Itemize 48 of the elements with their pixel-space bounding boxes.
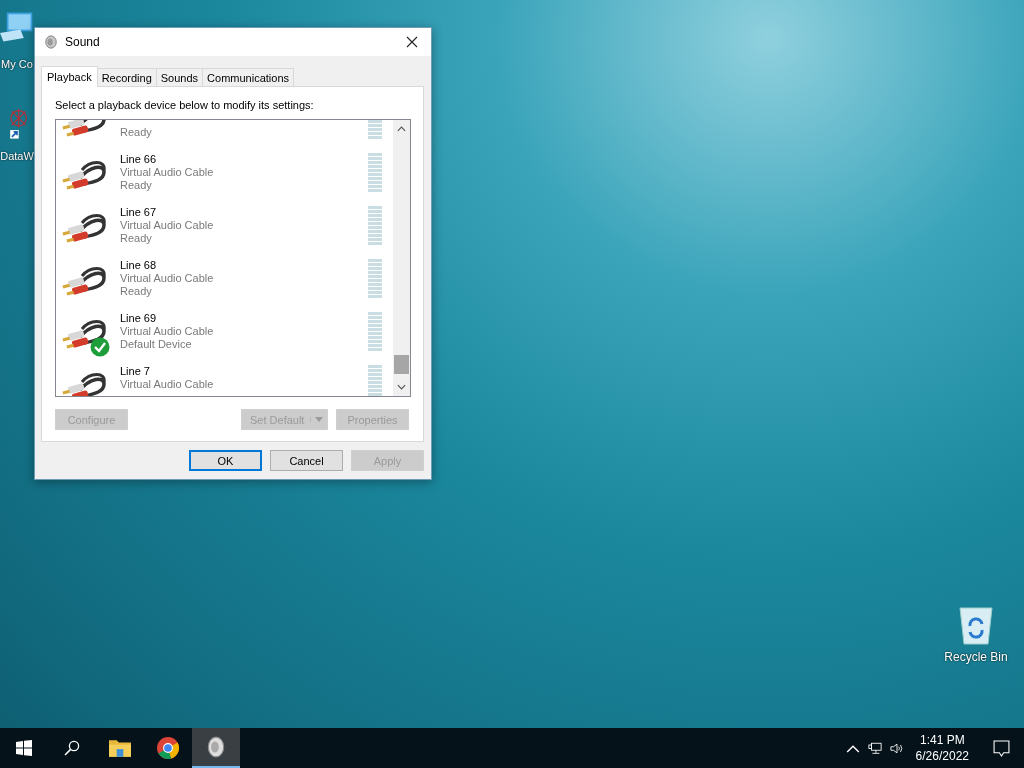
scroll-down-icon[interactable]	[397, 384, 406, 390]
folder-icon[interactable]	[109, 737, 131, 759]
device-status: Ready	[120, 285, 152, 297]
level-meter-icon	[368, 365, 382, 396]
clock-date[interactable]: 6/26/2022	[915, 748, 969, 764]
taskbar-button[interactable]	[192, 728, 240, 768]
browser-icon[interactable]	[157, 737, 179, 759]
notification-icon[interactable]	[993, 739, 1010, 757]
device-description: Virtual Audio Cable	[120, 219, 214, 231]
device-description: Virtual Audio Cable	[120, 272, 214, 284]
level-meter-icon	[368, 259, 382, 299]
device-name[interactable]: Line 69	[120, 312, 157, 324]
dialog-button[interactable]: OK	[189, 450, 262, 471]
scroll-thumb[interactable]	[394, 355, 409, 374]
network-icon[interactable]	[867, 741, 882, 755]
device-name[interactable]: Line 7	[120, 365, 150, 377]
tab[interactable]: Communications	[202, 68, 294, 86]
speaker-icon	[44, 35, 58, 49]
windows-logo-icon[interactable]	[16, 740, 32, 756]
device-status: Default Device	[120, 338, 192, 350]
device-status: Ready	[120, 126, 152, 138]
level-meter-icon	[368, 153, 382, 193]
search-icon[interactable]	[64, 740, 80, 756]
desktop-icon-label[interactable]: My Co	[1, 58, 33, 70]
tab[interactable]: Recording	[96, 68, 157, 86]
instruction-text: Select a playback device below to modify its settings:	[55, 99, 315, 111]
window-title: Sound	[65, 35, 101, 49]
scrollbar[interactable]	[393, 120, 410, 396]
close-icon[interactable]	[406, 36, 418, 48]
level-meter-icon	[368, 206, 382, 246]
level-meter-icon	[368, 312, 382, 352]
speaker-icon[interactable]	[205, 736, 227, 758]
device-description: Virtual Audio Cable	[120, 325, 214, 337]
device-status: Ready	[120, 179, 152, 191]
clock-time[interactable]: 1:41 PM	[919, 732, 965, 748]
device-name[interactable]: Line 66	[120, 153, 157, 165]
desktop-icon-label[interactable]: DataW	[0, 150, 34, 162]
device-status: Ready	[120, 232, 152, 244]
tab[interactable]: Playback	[41, 66, 98, 87]
device-name[interactable]: Line 67	[120, 206, 157, 218]
scroll-up-icon[interactable]	[397, 126, 406, 132]
dialog-button[interactable]: Cancel	[270, 450, 343, 471]
volume-icon[interactable]	[889, 741, 904, 755]
device-description: Virtual Audio Cable	[120, 166, 214, 178]
device-description: Virtual Audio Cable	[120, 378, 214, 390]
monitor-icon[interactable]	[0, 10, 34, 44]
desktop-icon-label[interactable]: Recycle Bin	[944, 650, 1008, 664]
device-name[interactable]: Line 68	[120, 259, 157, 271]
